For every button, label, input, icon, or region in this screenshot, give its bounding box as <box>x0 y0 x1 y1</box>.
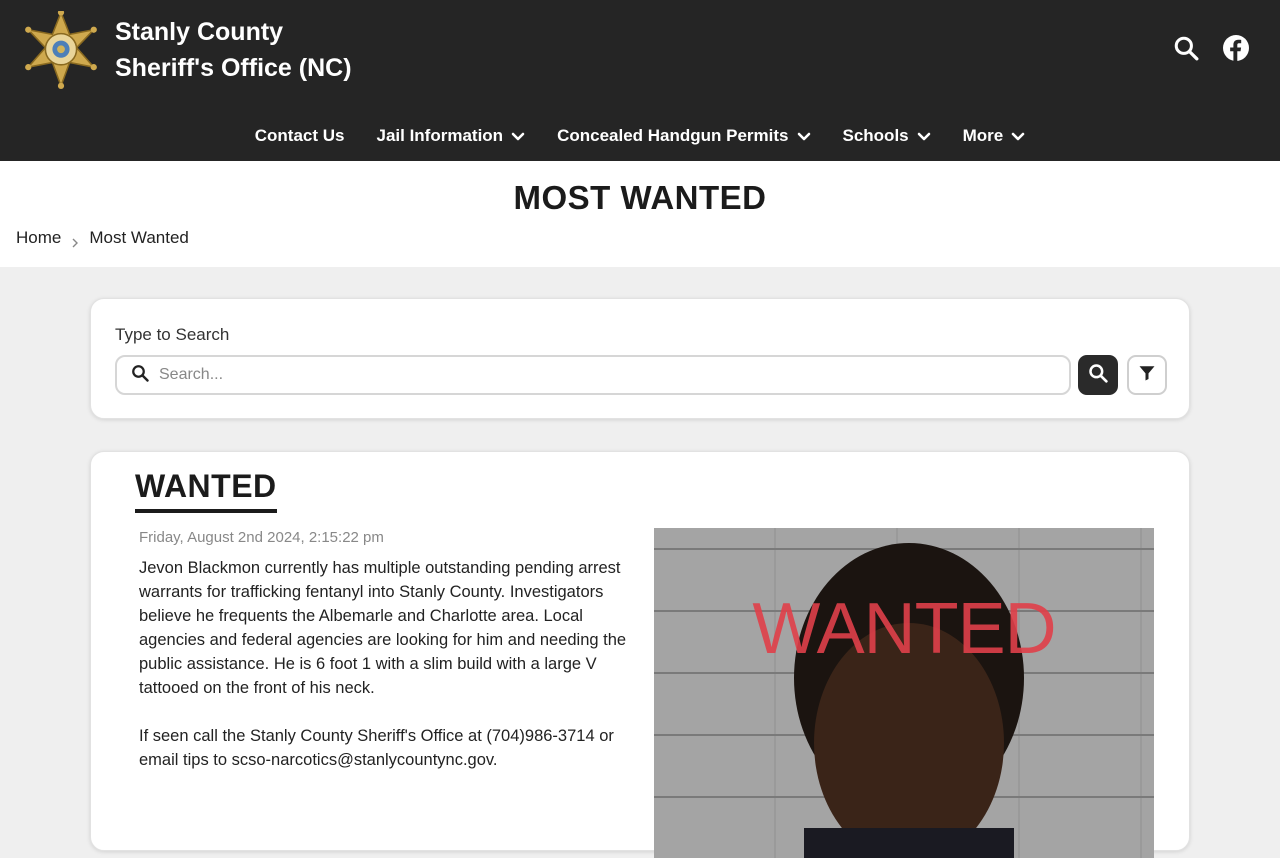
chevron-down-icon <box>797 129 811 143</box>
nav-item-label: Contact Us <box>254 126 345 145</box>
nav-jail-information[interactable]: Jail Information <box>376 118 525 154</box>
nav-more[interactable]: More <box>963 118 1026 154</box>
wanted-stamp: WANTED <box>752 589 1056 669</box>
page-title: MOST WANTED <box>513 179 767 216</box>
nav-item-label: More <box>962 126 1004 145</box>
post-paragraph: If seen call the Stanly County Sheriff's… <box>139 727 614 769</box>
chevron-down-icon <box>1011 129 1025 143</box>
nav-item-label: Schools <box>842 126 909 145</box>
search-icon[interactable] <box>1172 34 1200 62</box>
suspect-photo[interactable]: WANTED <box>654 528 1154 858</box>
facebook-icon[interactable] <box>1222 34 1250 62</box>
nav-item-label: Jail Information <box>376 126 504 145</box>
filter-button[interactable] <box>1127 355 1167 395</box>
nav-contact-us[interactable]: Contact Us <box>255 118 345 154</box>
site-title-line1: Stanly County <box>115 18 284 46</box>
nav-schools[interactable]: Schools <box>843 118 931 154</box>
sheriff-badge-logo[interactable] <box>22 9 100 89</box>
wanted-post-card: WANTED Friday, August 2nd 2024, 2:15:22 … <box>90 451 1190 858</box>
suspect-figure <box>794 543 1024 858</box>
site-title[interactable]: Stanly County Sheriff's Office (NC) <box>115 14 352 86</box>
title-band: MOST WANTED Home Most Wanted <box>0 161 1280 267</box>
nav-item-label: Concealed Handgun Permits <box>557 126 789 145</box>
chevron-down-icon <box>511 129 525 143</box>
breadcrumb: Home Most Wanted <box>16 228 189 248</box>
breadcrumb-current: Most Wanted <box>89 228 189 247</box>
search-input[interactable] <box>159 366 1039 384</box>
site-title-line2: Sheriff's Office (NC) <box>115 54 352 82</box>
main-nav: Contact Us Jail Information Concealed Ha… <box>0 118 1280 154</box>
post-date: Friday, August 2nd 2024, 2:15:22 pm <box>139 529 384 546</box>
search-label: Type to Search <box>115 325 230 344</box>
search-icon <box>131 364 149 387</box>
search-button[interactable] <box>1078 355 1118 395</box>
chevron-right-icon <box>71 233 79 248</box>
post-body: Jevon Blackmon currently has multiple ou… <box>139 556 631 772</box>
chevron-down-icon <box>917 129 931 143</box>
post-heading[interactable]: WANTED <box>135 468 277 513</box>
search-box[interactable] <box>115 355 1071 395</box>
post-paragraph: Jevon Blackmon currently has multiple ou… <box>139 559 627 697</box>
site-header: Stanly County Sheriff's Office (NC) Cont… <box>0 0 1280 161</box>
search-icon <box>1088 363 1108 388</box>
search-card: Type to Search <box>90 298 1190 419</box>
header-icons <box>1172 34 1250 62</box>
filter-icon <box>1138 364 1156 387</box>
breadcrumb-home-link[interactable]: Home <box>16 228 61 248</box>
nav-concealed-handgun-permits[interactable]: Concealed Handgun Permits <box>557 118 810 154</box>
